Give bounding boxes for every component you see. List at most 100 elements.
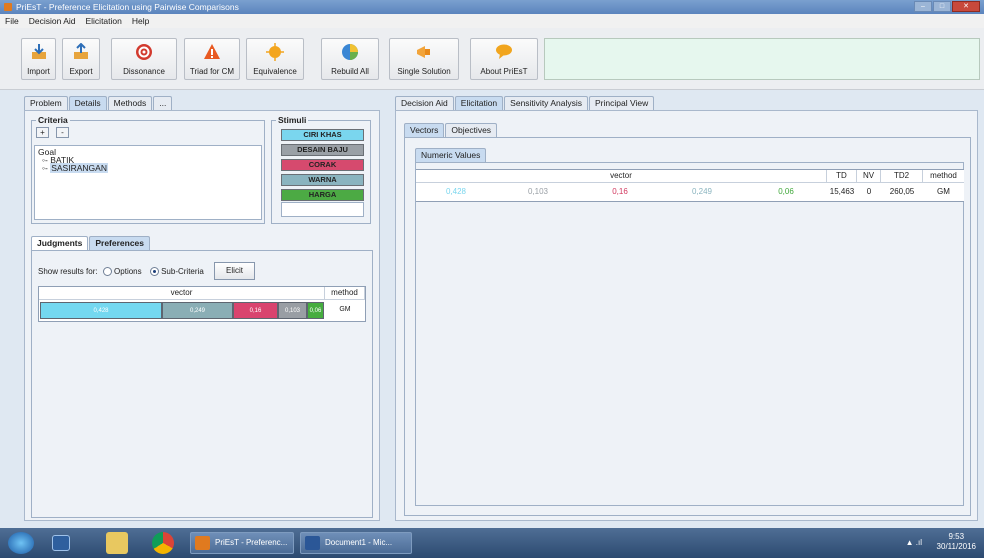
options-radio[interactable] [102, 267, 112, 277]
triad-for-cm-button[interactable]: Triad for CM [184, 38, 240, 80]
tab-details[interactable]: Details [68, 96, 107, 110]
import-icon [31, 44, 46, 59]
pref-header-method: method [325, 287, 365, 300]
minimize-button[interactable]: – [914, 1, 932, 12]
target-icon [136, 44, 152, 60]
stimulus-harga[interactable]: HARGA [281, 189, 364, 201]
show-results-label: Show results for: [38, 267, 98, 276]
vector-value-corak: 0,16 [612, 187, 628, 196]
file-explorer-icon[interactable] [106, 532, 128, 554]
title-bar: PriEsT - Preference Elicitation using Pa… [0, 0, 984, 14]
clock[interactable]: 9:53 30/11/2016 [937, 532, 976, 552]
app-icon [4, 3, 12, 11]
preference-bar-segment: 0,103 [278, 302, 307, 319]
tab-objectives[interactable]: Objectives [445, 123, 498, 137]
tab-principal-view[interactable]: Principal View [588, 96, 655, 110]
window-title: PriEsT - Preference Elicitation using Pa… [16, 2, 239, 12]
tree-node-sasirangan[interactable]: ◦- SASIRANGAN [38, 163, 258, 173]
taskbar-item-priest[interactable]: PriEsT - Preferenc... [190, 532, 294, 554]
pref-header-vector: vector [39, 287, 325, 300]
toolbar: Import Export Dissonance Triad for CM Eq… [0, 28, 984, 90]
java-app-icon [195, 536, 210, 550]
export-button[interactable]: Export [62, 38, 100, 80]
chrome-icon[interactable] [152, 532, 174, 554]
preference-bar-segment: 0,16 [233, 302, 278, 319]
close-button[interactable]: ✕ [952, 1, 980, 12]
menu-decision-aid[interactable]: Decision Aid [24, 14, 81, 28]
taskbar-item-document-label: Document1 - Mic... [325, 538, 393, 547]
preference-bar: 0,428 0,249 0,16 0,103 0,06 [40, 300, 324, 321]
criteria-group: Criteria + - Goal ◦- BATIK ◦- SASIRANGAN [31, 115, 265, 224]
taskbar-item-priest-label: PriEsT - Preferenc... [215, 538, 288, 547]
subcriteria-label: Sub-Criteria [161, 267, 204, 276]
start-button-icon[interactable] [8, 532, 34, 554]
subcriteria-radio[interactable] [149, 267, 159, 277]
numeric-values-panel: vector TD NV TD2 method 0,428 0,103 0,16… [415, 162, 964, 506]
vector-value-desain-baju: 0,103 [527, 187, 549, 196]
menu-help[interactable]: Help [127, 14, 154, 28]
tab-judgments[interactable]: Judgments [31, 236, 89, 250]
toolbar-info-panel [544, 38, 980, 80]
taskbar-item-document[interactable]: Document1 - Mic... [300, 532, 412, 554]
about-priest-button[interactable]: About PriEsT [470, 38, 538, 80]
menu-elicitation[interactable]: Elicitation [80, 14, 126, 28]
inner-tabs: Numeric Values [415, 148, 487, 162]
left-tabs: Problem Details Methods ... [24, 96, 173, 110]
preferences-table: vector method 0,428 0,249 0,16 0,103 0,06 GM [38, 286, 366, 322]
media-player-icon[interactable] [52, 535, 70, 551]
remove-criterion-button[interactable]: - [56, 127, 69, 138]
megaphone-icon [417, 46, 430, 58]
tab-more[interactable]: ... [153, 96, 173, 110]
criteria-tree[interactable]: Goal ◦- BATIK ◦- SASIRANGAN [34, 145, 262, 220]
header-vector: vector [416, 170, 827, 183]
stimulus-corak[interactable]: CORAK [281, 159, 364, 171]
stimulus-ciri-khas[interactable]: CIRI KHAS [281, 129, 364, 141]
taskbar: PriEsT - Preferenc... Document1 - Mic...… [0, 528, 984, 558]
stimulus-warna[interactable]: WARNA [281, 174, 364, 186]
left-panel: Criteria + - Goal ◦- BATIK ◦- SASIRANGAN… [24, 110, 380, 521]
tab-decision-aid[interactable]: Decision Aid [395, 96, 454, 110]
equivalence-button[interactable]: Equivalence [246, 38, 304, 80]
warning-triangle-icon [204, 44, 220, 59]
sun-icon [266, 43, 284, 61]
right-panel: Vectors Objectives Numeric Values vector… [395, 110, 978, 521]
preferences-panel: Show results for: Options Sub-Criteria E… [31, 250, 373, 518]
stimuli-empty-slot [281, 202, 364, 217]
tab-vectors[interactable]: Vectors [404, 123, 445, 137]
nv-value: 0 [866, 187, 872, 196]
stimuli-title: Stimuli [276, 115, 309, 125]
tab-sensitivity-analysis[interactable]: Sensitivity Analysis [504, 96, 588, 110]
elicit-button[interactable]: Elicit [214, 262, 255, 280]
signal-icon[interactable]: ▲ .ıl [906, 538, 922, 547]
lower-tabs: Judgments Preferences [31, 236, 151, 250]
header-td2: TD2 [881, 170, 923, 183]
stimulus-desain-baju[interactable]: DESAIN BAJU [281, 144, 364, 156]
single-solution-button[interactable]: Single Solution [389, 38, 459, 80]
rebuild-all-button[interactable]: Rebuild All [321, 38, 379, 80]
import-button[interactable]: Import [21, 38, 56, 80]
vector-value-warna: 0,249 [691, 187, 713, 196]
tab-preferences[interactable]: Preferences [89, 236, 151, 250]
tab-numeric-values[interactable]: Numeric Values [415, 148, 487, 162]
header-method: method [923, 170, 964, 183]
menu-file[interactable]: File [0, 14, 24, 28]
vectors-panel: Numeric Values vector TD NV TD2 method 0… [404, 137, 971, 516]
tab-elicitation[interactable]: Elicitation [454, 96, 504, 110]
pref-method-value: GM [339, 306, 351, 313]
vector-table: vector TD NV TD2 method 0,428 0,103 0,16… [416, 169, 964, 202]
options-label: Options [114, 267, 142, 276]
preference-bar-segment: 0,428 [40, 302, 162, 319]
word-icon [305, 536, 320, 550]
dissonance-button[interactable]: Dissonance [111, 38, 177, 80]
td2-value: 260,05 [889, 187, 915, 196]
right-tabs: Decision Aid Elicitation Sensitivity Ana… [395, 96, 655, 110]
speech-bubble-icon [496, 44, 512, 59]
pie-chart-icon [342, 44, 358, 60]
add-criterion-button[interactable]: + [36, 127, 49, 138]
tab-problem[interactable]: Problem [24, 96, 68, 110]
right-subtabs: Vectors Objectives [404, 123, 498, 137]
tab-methods[interactable]: Methods [107, 96, 153, 110]
maximize-button[interactable]: □ [933, 1, 951, 12]
clock-time: 9:53 [948, 532, 965, 541]
menu-bar: File Decision Aid Elicitation Help [0, 14, 984, 28]
